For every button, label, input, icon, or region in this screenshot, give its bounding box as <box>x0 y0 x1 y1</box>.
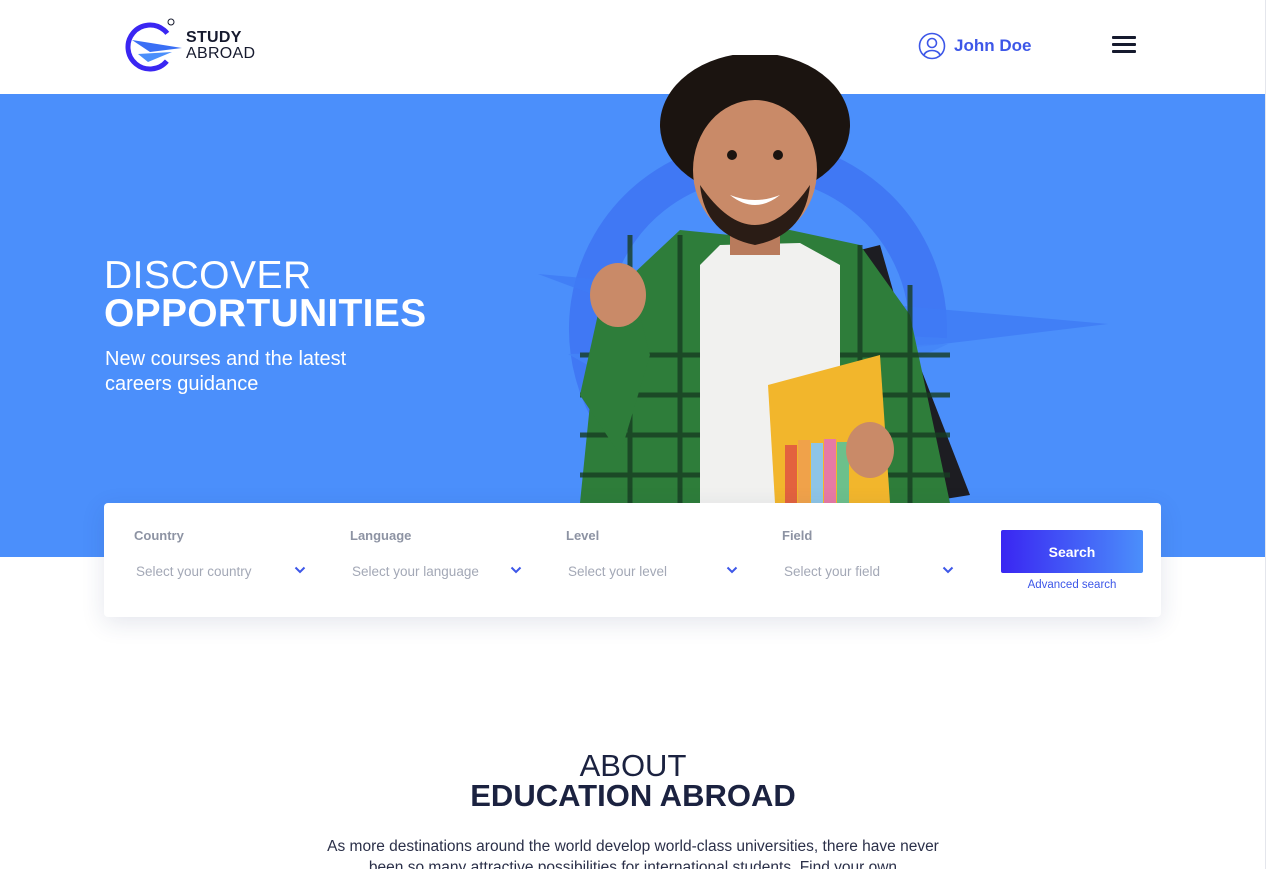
field-of-study-placeholder: Select your field <box>784 563 881 579</box>
country-label: Country <box>134 528 184 543</box>
field-of-study-select[interactable]: Select your field <box>784 560 954 582</box>
hamburger-menu-icon <box>1112 36 1136 39</box>
language-label: Language <box>350 528 412 543</box>
country-field: Country Select your country <box>134 503 334 617</box>
language-field: Language Select your language <box>350 503 550 617</box>
country-placeholder: Select your country <box>136 563 252 579</box>
menu-bar <box>1112 50 1136 53</box>
level-field: Level Select your level <box>566 503 766 617</box>
chevron-down-icon <box>510 566 522 574</box>
about-title-line2: EDUCATION ABROAD <box>470 778 796 813</box>
study-abroad-logo-icon <box>125 18 182 72</box>
advanced-search-link[interactable]: Advanced search <box>1001 579 1143 591</box>
level-placeholder: Select your level <box>568 563 668 579</box>
hero-subtitle: New courses and the latest careers guida… <box>105 348 347 395</box>
level-label: Level <box>566 528 600 543</box>
chevron-down-icon <box>726 566 738 574</box>
field-of-study-field: Field Select your field <box>782 503 982 617</box>
menu-bar <box>1112 43 1136 46</box>
chevron-down-icon <box>294 566 306 574</box>
logo[interactable]: STUDY ABROAD <box>120 18 280 74</box>
logo-text-abroad: ABROAD <box>186 45 256 62</box>
field-of-study-label: Field <box>782 528 813 543</box>
search-button[interactable]: Search <box>1001 530 1143 573</box>
logo-text-study: STUDY <box>186 29 242 46</box>
about-paragraph: As more destinations around the world de… <box>327 838 939 869</box>
language-select[interactable]: Select your language <box>352 560 522 582</box>
student-photo <box>580 55 970 503</box>
language-placeholder: Select your language <box>352 563 479 579</box>
level-select[interactable]: Select your level <box>568 560 738 582</box>
hamburger-menu-button[interactable] <box>1112 36 1136 56</box>
user-name: John Doe <box>954 36 1032 55</box>
country-select[interactable]: Select your country <box>136 560 306 582</box>
hero-title-line2: OPPORTUNITIES <box>104 292 427 335</box>
chevron-down-icon <box>942 566 954 574</box>
course-search-card: Country Select your country Language Sel… <box>104 503 1161 617</box>
